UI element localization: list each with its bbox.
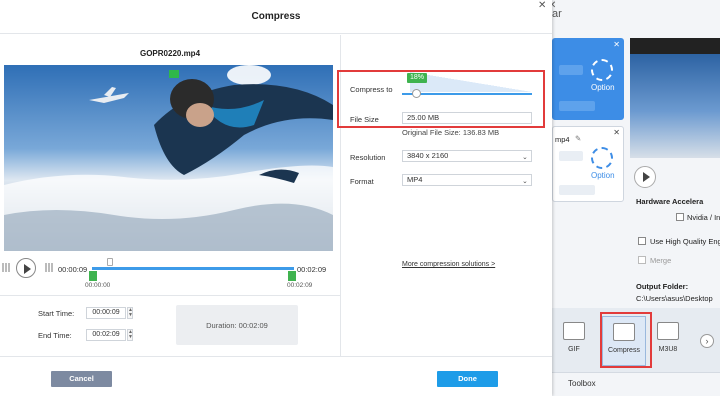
background-app: ✕ ar ✕ Option ✕ mp4 ✎ Option Hardware Ac…	[548, 0, 720, 396]
option-label[interactable]: Option	[591, 171, 615, 180]
toolbox-tab[interactable]: Toolbox	[548, 372, 720, 396]
resolution-value: 3840 x 2160	[407, 151, 449, 160]
preview-panel: GOPR0220.mp4 00:00:09 00:00:00 00:02:09 …	[0, 35, 340, 356]
resolution-select[interactable]: 3840 x 2160	[402, 150, 532, 162]
edit-icon[interactable]: ✎	[575, 134, 581, 143]
start-time-label: Start Time:	[38, 309, 75, 318]
tool-label: GIF	[568, 346, 580, 353]
close-icon[interactable]: ✕	[613, 40, 620, 49]
task-card-2[interactable]: ✕ mp4 ✎ Option	[552, 126, 624, 202]
faded-field	[559, 65, 583, 75]
dialog-footer: Cancel Done	[0, 356, 552, 396]
tool-label: M3U8	[658, 346, 678, 353]
tool-gif[interactable]: GIF	[552, 316, 596, 366]
merge-label: Merge	[650, 256, 672, 265]
end-time-label: End Time:	[38, 331, 72, 340]
toolbox-label: Toolbox	[568, 379, 596, 388]
start-marker-time: 00:00:00	[85, 282, 111, 289]
trim-start-handle[interactable]	[89, 271, 97, 281]
duration-text: Duration: 00:02:09	[206, 321, 268, 330]
current-time: 00:00:09	[58, 265, 88, 274]
compress-dialog: Compress ✕ GOPR0220.mp4 00:00:09 00:00:0…	[0, 0, 552, 396]
gear-icon[interactable]	[591, 147, 613, 169]
dialog-title: Compress	[251, 11, 301, 22]
hardware-accel-label: Hardware Accelera	[636, 197, 704, 206]
faded-field	[559, 185, 595, 195]
preview-pane	[630, 38, 720, 158]
highlight-box	[600, 312, 652, 368]
duration-box: Duration: 00:02:09	[176, 305, 298, 345]
hq-engine-label: Use High Quality Engine	[650, 237, 720, 246]
nvidia-label: Nvidia / Int	[687, 213, 720, 222]
merge-checkbox[interactable]	[638, 256, 646, 264]
highlight-box	[337, 70, 545, 128]
end-time: 00:02:09	[297, 265, 327, 274]
tool-m3u8[interactable]: M3U8	[646, 316, 690, 366]
end-marker-time: 00:02:09	[287, 282, 313, 289]
divider	[0, 295, 340, 296]
format-value: MP4	[407, 175, 423, 184]
end-time-stepper[interactable]: ▲ ▼	[127, 329, 133, 341]
resolution-label: Resolution	[350, 153, 386, 162]
m3u8-icon	[657, 322, 679, 340]
task-card-1[interactable]: ✕ Option	[552, 38, 624, 120]
hq-engine-checkbox[interactable]	[638, 237, 646, 245]
bg-titlebar: ✕ ar	[548, 0, 720, 26]
original-size-note: Original File Size: 136.83 MB	[402, 128, 500, 137]
done-button[interactable]: Done	[437, 371, 498, 387]
output-folder-label: Output Folder:	[636, 282, 689, 291]
option-label[interactable]: Option	[591, 83, 615, 92]
start-time-stepper[interactable]: ▲ ▼	[127, 307, 133, 319]
bg-title: ar	[552, 8, 562, 20]
chevron-right-icon[interactable]: ›	[700, 334, 714, 348]
nvidia-checkbox[interactable]	[676, 213, 684, 221]
grid-icon	[45, 263, 54, 272]
video-preview	[4, 65, 333, 251]
format-select[interactable]: MP4	[402, 174, 532, 186]
output-path[interactable]: C:\Users\asus\Desktop	[636, 294, 713, 303]
gear-icon[interactable]	[591, 59, 613, 81]
trim-end-handle[interactable]	[288, 271, 296, 281]
faded-field	[559, 151, 583, 161]
end-time-input[interactable]: 00:02:09	[86, 329, 126, 341]
video-filename: GOPR0220.mp4	[139, 49, 201, 58]
preview-top	[630, 38, 720, 54]
close-icon[interactable]: ✕	[613, 128, 620, 137]
video-frame	[4, 65, 333, 251]
format-label: Format	[350, 177, 374, 186]
card-filename: mp4	[555, 135, 570, 144]
cancel-button[interactable]: Cancel	[51, 371, 112, 387]
play-icon[interactable]	[634, 166, 656, 188]
more-compression-link[interactable]: More compression solutions >	[402, 261, 495, 268]
close-icon[interactable]: ✕	[538, 0, 546, 11]
preview-image	[630, 54, 720, 158]
faded-field	[559, 101, 595, 111]
grid-icon	[2, 263, 11, 272]
trim-track[interactable]	[92, 267, 294, 270]
gif-icon	[563, 322, 585, 340]
dialog-header: Compress ✕	[0, 0, 552, 34]
start-time-input[interactable]: 00:00:09	[86, 307, 126, 319]
playhead-marker[interactable]	[107, 258, 113, 266]
play-icon[interactable]	[16, 258, 36, 278]
